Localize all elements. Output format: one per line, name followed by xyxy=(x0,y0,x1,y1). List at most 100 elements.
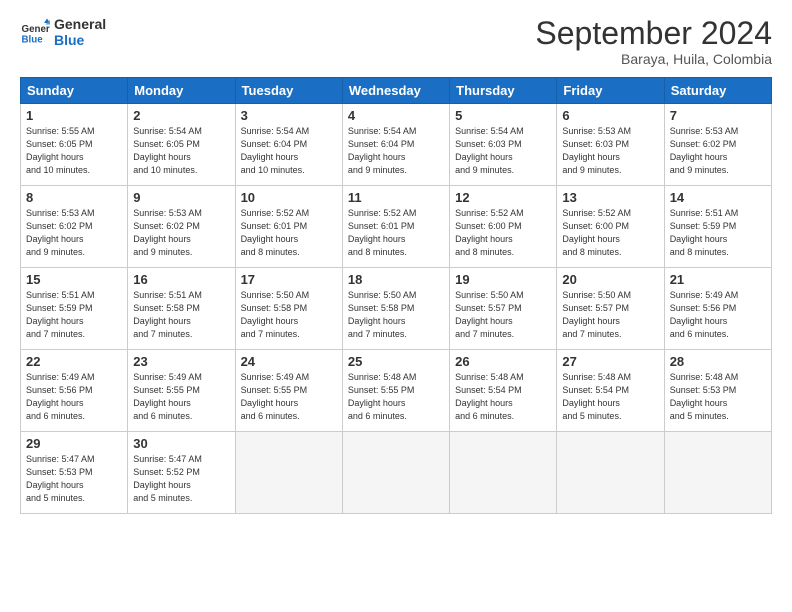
calendar-cell: 30 Sunrise: 5:47 AMSunset: 5:52 PMDaylig… xyxy=(128,432,235,514)
calendar-cell: 11 Sunrise: 5:52 AMSunset: 6:01 PMDaylig… xyxy=(342,186,449,268)
cell-info: Sunrise: 5:52 AMSunset: 6:01 PMDaylight … xyxy=(348,208,417,257)
day-number: 3 xyxy=(241,108,337,123)
calendar-cell: 3 Sunrise: 5:54 AMSunset: 6:04 PMDayligh… xyxy=(235,104,342,186)
day-number: 27 xyxy=(562,354,658,369)
col-header-friday: Friday xyxy=(557,78,664,104)
day-number: 10 xyxy=(241,190,337,205)
cell-info: Sunrise: 5:49 AMSunset: 5:55 PMDaylight … xyxy=(133,372,202,421)
logo-line2: Blue xyxy=(54,32,106,48)
cell-info: Sunrise: 5:50 AMSunset: 5:58 PMDaylight … xyxy=(348,290,417,339)
calendar-cell: 13 Sunrise: 5:52 AMSunset: 6:00 PMDaylig… xyxy=(557,186,664,268)
cell-info: Sunrise: 5:53 AMSunset: 6:02 PMDaylight … xyxy=(670,126,739,175)
cell-info: Sunrise: 5:53 AMSunset: 6:02 PMDaylight … xyxy=(26,208,95,257)
cell-info: Sunrise: 5:49 AMSunset: 5:56 PMDaylight … xyxy=(670,290,739,339)
cell-info: Sunrise: 5:50 AMSunset: 5:57 PMDaylight … xyxy=(455,290,524,339)
col-header-saturday: Saturday xyxy=(664,78,771,104)
day-number: 21 xyxy=(670,272,766,287)
cell-info: Sunrise: 5:48 AMSunset: 5:55 PMDaylight … xyxy=(348,372,417,421)
day-number: 16 xyxy=(133,272,229,287)
col-header-thursday: Thursday xyxy=(450,78,557,104)
day-number: 23 xyxy=(133,354,229,369)
day-number: 14 xyxy=(670,190,766,205)
cell-info: Sunrise: 5:48 AMSunset: 5:54 PMDaylight … xyxy=(455,372,524,421)
calendar-cell: 7 Sunrise: 5:53 AMSunset: 6:02 PMDayligh… xyxy=(664,104,771,186)
day-number: 2 xyxy=(133,108,229,123)
calendar-cell: 29 Sunrise: 5:47 AMSunset: 5:53 PMDaylig… xyxy=(21,432,128,514)
cell-info: Sunrise: 5:47 AMSunset: 5:52 PMDaylight … xyxy=(133,454,202,503)
day-number: 30 xyxy=(133,436,229,451)
day-number: 8 xyxy=(26,190,122,205)
cell-info: Sunrise: 5:54 AMSunset: 6:03 PMDaylight … xyxy=(455,126,524,175)
calendar-cell: 24 Sunrise: 5:49 AMSunset: 5:55 PMDaylig… xyxy=(235,350,342,432)
calendar-header-row: SundayMondayTuesdayWednesdayThursdayFrid… xyxy=(21,78,772,104)
day-number: 7 xyxy=(670,108,766,123)
calendar-cell: 8 Sunrise: 5:53 AMSunset: 6:02 PMDayligh… xyxy=(21,186,128,268)
col-header-monday: Monday xyxy=(128,78,235,104)
cell-info: Sunrise: 5:50 AMSunset: 5:57 PMDaylight … xyxy=(562,290,631,339)
cell-info: Sunrise: 5:47 AMSunset: 5:53 PMDaylight … xyxy=(26,454,95,503)
location-subtitle: Baraya, Huila, Colombia xyxy=(535,51,772,67)
day-number: 15 xyxy=(26,272,122,287)
calendar-cell: 28 Sunrise: 5:48 AMSunset: 5:53 PMDaylig… xyxy=(664,350,771,432)
cell-info: Sunrise: 5:52 AMSunset: 6:00 PMDaylight … xyxy=(562,208,631,257)
day-number: 29 xyxy=(26,436,122,451)
page: General Blue General Blue September 2024… xyxy=(0,0,792,612)
day-number: 20 xyxy=(562,272,658,287)
cell-info: Sunrise: 5:51 AMSunset: 5:59 PMDaylight … xyxy=(670,208,739,257)
cell-info: Sunrise: 5:51 AMSunset: 5:59 PMDaylight … xyxy=(26,290,95,339)
svg-text:Blue: Blue xyxy=(22,35,44,46)
cell-info: Sunrise: 5:52 AMSunset: 6:01 PMDaylight … xyxy=(241,208,310,257)
calendar-cell xyxy=(557,432,664,514)
calendar-cell xyxy=(342,432,449,514)
day-number: 19 xyxy=(455,272,551,287)
day-number: 6 xyxy=(562,108,658,123)
cell-info: Sunrise: 5:54 AMSunset: 6:04 PMDaylight … xyxy=(348,126,417,175)
calendar-cell: 21 Sunrise: 5:49 AMSunset: 5:56 PMDaylig… xyxy=(664,268,771,350)
calendar-cell: 22 Sunrise: 5:49 AMSunset: 5:56 PMDaylig… xyxy=(21,350,128,432)
cell-info: Sunrise: 5:49 AMSunset: 5:56 PMDaylight … xyxy=(26,372,95,421)
calendar-cell: 26 Sunrise: 5:48 AMSunset: 5:54 PMDaylig… xyxy=(450,350,557,432)
logo: General Blue General Blue xyxy=(20,16,106,48)
cell-info: Sunrise: 5:52 AMSunset: 6:00 PMDaylight … xyxy=(455,208,524,257)
day-number: 9 xyxy=(133,190,229,205)
title-area: September 2024 Baraya, Huila, Colombia xyxy=(535,16,772,67)
col-header-wednesday: Wednesday xyxy=(342,78,449,104)
calendar-table: SundayMondayTuesdayWednesdayThursdayFrid… xyxy=(20,77,772,514)
week-row-1: 1 Sunrise: 5:55 AMSunset: 6:05 PMDayligh… xyxy=(21,104,772,186)
calendar-cell: 17 Sunrise: 5:50 AMSunset: 5:58 PMDaylig… xyxy=(235,268,342,350)
cell-info: Sunrise: 5:49 AMSunset: 5:55 PMDaylight … xyxy=(241,372,310,421)
cell-info: Sunrise: 5:55 AMSunset: 6:05 PMDaylight … xyxy=(26,126,95,175)
col-header-sunday: Sunday xyxy=(21,78,128,104)
calendar-cell: 14 Sunrise: 5:51 AMSunset: 5:59 PMDaylig… xyxy=(664,186,771,268)
calendar-cell: 6 Sunrise: 5:53 AMSunset: 6:03 PMDayligh… xyxy=(557,104,664,186)
day-number: 22 xyxy=(26,354,122,369)
calendar-cell: 1 Sunrise: 5:55 AMSunset: 6:05 PMDayligh… xyxy=(21,104,128,186)
cell-info: Sunrise: 5:48 AMSunset: 5:54 PMDaylight … xyxy=(562,372,631,421)
cell-info: Sunrise: 5:54 AMSunset: 6:05 PMDaylight … xyxy=(133,126,202,175)
week-row-5: 29 Sunrise: 5:47 AMSunset: 5:53 PMDaylig… xyxy=(21,432,772,514)
calendar-cell: 12 Sunrise: 5:52 AMSunset: 6:00 PMDaylig… xyxy=(450,186,557,268)
calendar-cell: 18 Sunrise: 5:50 AMSunset: 5:58 PMDaylig… xyxy=(342,268,449,350)
calendar-cell: 4 Sunrise: 5:54 AMSunset: 6:04 PMDayligh… xyxy=(342,104,449,186)
day-number: 5 xyxy=(455,108,551,123)
week-row-4: 22 Sunrise: 5:49 AMSunset: 5:56 PMDaylig… xyxy=(21,350,772,432)
svg-text:General: General xyxy=(22,24,51,35)
day-number: 1 xyxy=(26,108,122,123)
day-number: 28 xyxy=(670,354,766,369)
calendar-cell: 9 Sunrise: 5:53 AMSunset: 6:02 PMDayligh… xyxy=(128,186,235,268)
cell-info: Sunrise: 5:50 AMSunset: 5:58 PMDaylight … xyxy=(241,290,310,339)
day-number: 13 xyxy=(562,190,658,205)
day-number: 25 xyxy=(348,354,444,369)
day-number: 18 xyxy=(348,272,444,287)
day-number: 26 xyxy=(455,354,551,369)
calendar-cell: 10 Sunrise: 5:52 AMSunset: 6:01 PMDaylig… xyxy=(235,186,342,268)
logo-icon: General Blue xyxy=(20,17,50,47)
calendar-cell: 20 Sunrise: 5:50 AMSunset: 5:57 PMDaylig… xyxy=(557,268,664,350)
calendar-cell: 16 Sunrise: 5:51 AMSunset: 5:58 PMDaylig… xyxy=(128,268,235,350)
week-row-3: 15 Sunrise: 5:51 AMSunset: 5:59 PMDaylig… xyxy=(21,268,772,350)
cell-info: Sunrise: 5:53 AMSunset: 6:03 PMDaylight … xyxy=(562,126,631,175)
calendar-cell xyxy=(450,432,557,514)
cell-info: Sunrise: 5:51 AMSunset: 5:58 PMDaylight … xyxy=(133,290,202,339)
col-header-tuesday: Tuesday xyxy=(235,78,342,104)
day-number: 11 xyxy=(348,190,444,205)
